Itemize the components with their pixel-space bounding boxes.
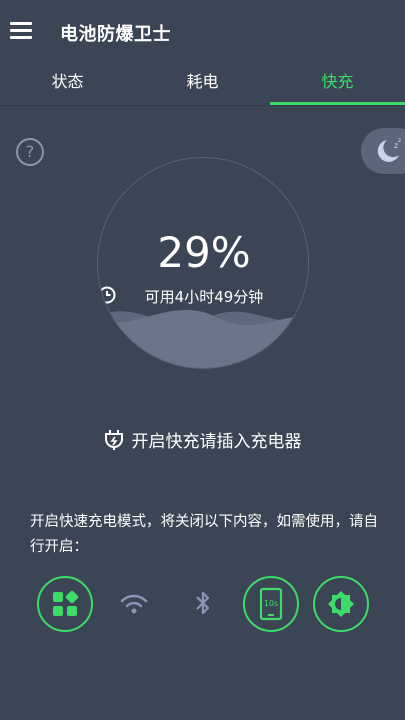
apps-toggle[interactable]	[37, 576, 93, 632]
bluetooth-toggle[interactable]	[175, 576, 231, 632]
app-title: 电池防爆卫士	[60, 24, 171, 45]
apps-icon	[53, 590, 79, 616]
moon-icon: z z	[377, 137, 401, 162]
wifi-toggle[interactable]	[106, 576, 162, 632]
help-icon[interactable]: ?	[16, 138, 44, 166]
brightness-toggle[interactable]	[313, 576, 369, 632]
tab-fast-charge[interactable]: 快充	[270, 62, 405, 105]
battery-gauge: 29% 可用4小时49分钟	[97, 157, 309, 369]
app-bar: 电池防爆卫士	[0, 0, 405, 62]
screen-timeout-label: 10s	[264, 599, 278, 608]
wifi-icon	[120, 594, 148, 614]
night-mode-button[interactable]: z z	[361, 128, 405, 174]
tab-consumption[interactable]: 耗电	[135, 62, 270, 105]
tab-bar: 状态 耗电 快充	[0, 62, 405, 106]
menu-icon[interactable]	[10, 22, 32, 40]
charge-hint-text: 开启快充请插入充电器	[131, 432, 302, 452]
plug-icon	[104, 429, 123, 450]
screen-timeout-icon: 10s	[259, 587, 283, 621]
charge-hint: 开启快充请插入充电器	[0, 427, 405, 452]
remaining-time-text: 可用4小时49分钟	[144, 288, 264, 306]
bluetooth-icon	[196, 591, 210, 615]
svg-text:z: z	[398, 137, 401, 144]
toggle-row: 10s	[0, 576, 405, 632]
screen-timeout-toggle[interactable]: 10s	[243, 576, 299, 632]
remaining-time: 可用4小时49分钟	[98, 286, 308, 307]
clock-icon	[98, 286, 116, 304]
battery-percent: 29%	[157, 228, 251, 277]
brightness-icon	[328, 591, 354, 617]
tab-status[interactable]: 状态	[0, 62, 135, 105]
fast-charge-description: 开启快速充电模式，将关闭以下内容，如需使用，请自行开启：	[30, 514, 378, 555]
